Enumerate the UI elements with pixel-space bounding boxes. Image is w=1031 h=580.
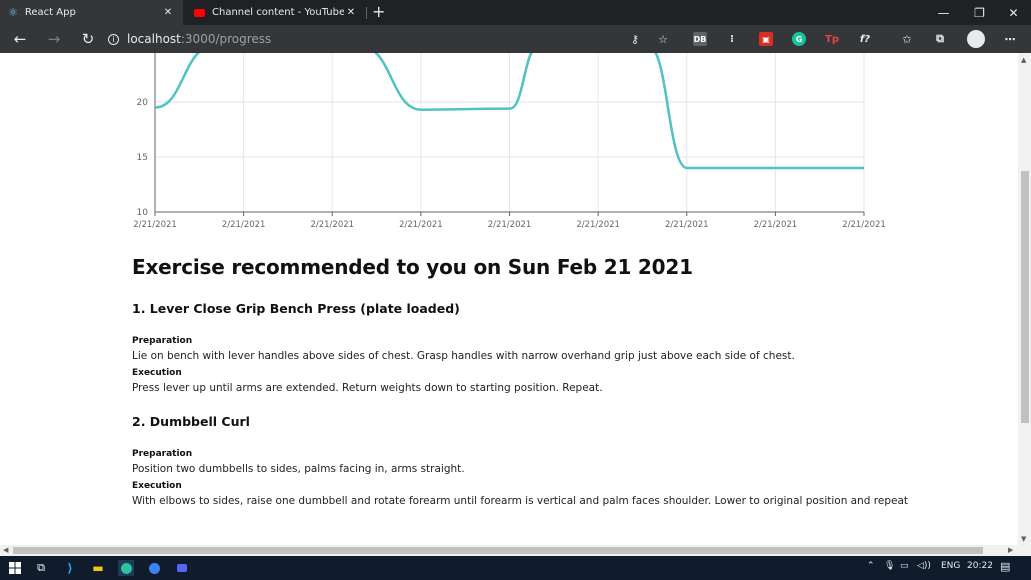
restore-icon[interactable]: ❐	[962, 0, 997, 25]
x-tick-label: 2/21/2021	[576, 220, 620, 230]
preparation-label: Preparation	[132, 449, 193, 459]
minimize-icon[interactable]: —	[926, 0, 961, 25]
execution-label: Execution	[132, 481, 182, 491]
microphone-icon[interactable]: 🎙	[884, 561, 895, 571]
tab-strip: ⚛ React App ✕ Channel content - YouTube …	[0, 0, 1031, 25]
windows-logo-icon	[9, 562, 21, 574]
x-tick-label: 2/21/2021	[133, 220, 177, 230]
x-tick-label: 2/21/2021	[842, 220, 886, 230]
tab-separator	[366, 7, 367, 19]
browser-toolbar: ← → ↻ i localhost:3000/progress ⚷ ☆ DB ⁝…	[0, 25, 1031, 53]
scroll-down-icon[interactable]: ▼	[1021, 535, 1026, 543]
extension-icon[interactable]: f?	[858, 32, 872, 46]
x-tick-label: 2/21/2021	[399, 220, 443, 230]
x-tick-label: 2/21/2021	[488, 220, 532, 230]
edge-icon[interactable]	[118, 560, 134, 576]
reload-icon[interactable]: ↻	[78, 29, 98, 49]
recommendation-section: Exercise recommended to you on Sun Feb 2…	[132, 255, 1002, 507]
extension-icon[interactable]: ⁝	[725, 32, 739, 46]
app-icon[interactable]	[174, 560, 190, 576]
vertical-scrollbar[interactable]: ▲ ▼	[1018, 53, 1031, 545]
tab-youtube-studio[interactable]: Channel content - YouTube Stud ✕	[186, 0, 366, 25]
close-tab-icon[interactable]: ✕	[344, 7, 358, 18]
clock[interactable]: 20:22	[967, 561, 993, 571]
x-tick-label: 2/21/2021	[665, 220, 709, 230]
horizontal-scroll-thumb[interactable]	[13, 547, 983, 554]
progress-line-chart: 10 15 20 2/21/2021 2/21/2021 2/21/2021 2/21/20…	[133, 53, 886, 230]
tab-react-app[interactable]: ⚛ React App ✕	[0, 0, 183, 25]
preparation-text: Lie on bench with lever handles above si…	[132, 350, 795, 362]
scroll-right-icon[interactable]: ▶	[1008, 546, 1013, 554]
exercise-title: 1. Lever Close Grip Bench Press (plate l…	[132, 301, 460, 316]
key-icon[interactable]: ⚷	[628, 32, 642, 46]
scroll-left-icon[interactable]: ◀	[3, 546, 8, 554]
url-path: :3000/progress	[180, 32, 272, 46]
battery-icon[interactable]: ▭	[900, 561, 909, 571]
collections-icon[interactable]: ⧉	[933, 32, 947, 46]
extension-icon[interactable]: Tp	[825, 32, 839, 46]
execution-text: Press lever up until arms are extended. …	[132, 382, 603, 394]
close-tab-icon[interactable]: ✕	[161, 7, 175, 18]
execution-text: With elbows to sides, raise one dumbbell…	[132, 495, 908, 507]
tab-title: Channel content - YouTube Stud	[212, 7, 344, 18]
file-explorer-icon[interactable]: ▬	[90, 560, 106, 576]
profile-avatar[interactable]	[967, 30, 985, 48]
extension-icon[interactable]: ▣	[759, 32, 773, 46]
extension-icon[interactable]: DB	[693, 32, 707, 46]
y-tick-label: 10	[137, 208, 149, 218]
favorites-icon[interactable]: ✩	[900, 32, 914, 46]
address-bar[interactable]: i localhost:3000/progress	[108, 27, 678, 51]
notifications-icon[interactable]: ▤	[1000, 560, 1010, 573]
vertical-scroll-thumb[interactable]	[1021, 171, 1029, 423]
grammarly-icon[interactable]: G	[792, 32, 806, 46]
windows-taskbar: ⧉ ⟩ ▬ ⌃ 🎙 ▭ ◁)) ENG 20:22 ▤	[0, 556, 1031, 580]
preparation-label: Preparation	[132, 336, 193, 346]
new-tab-icon[interactable]: +	[372, 2, 385, 21]
x-tick-label: 2/21/2021	[754, 220, 798, 230]
exercise-title: 2. Dumbbell Curl	[132, 414, 250, 429]
volume-icon[interactable]: ◁))	[917, 561, 931, 571]
horizontal-scrollbar[interactable]: ◀ ▶	[0, 545, 1031, 556]
favorite-star-icon[interactable]: ☆	[656, 32, 670, 46]
close-window-icon[interactable]: ✕	[996, 0, 1031, 25]
url-host: localhost	[127, 32, 181, 46]
y-tick-label: 20	[137, 98, 149, 108]
forward-icon[interactable]: →	[44, 29, 64, 49]
tray-chevron-icon[interactable]: ⌃	[867, 561, 875, 571]
execution-label: Execution	[132, 368, 182, 378]
preparation-text: Position two dumbbells to sides, palms f…	[132, 463, 465, 475]
vscode-icon[interactable]: ⟩	[62, 560, 78, 576]
recommendation-heading: Exercise recommended to you on Sun Feb 2…	[132, 255, 693, 279]
x-tick-label: 2/21/2021	[222, 220, 266, 230]
url-text: localhost:3000/progress	[127, 32, 271, 46]
more-menu-icon[interactable]: ⋯	[1003, 32, 1017, 46]
y-tick-label: 15	[137, 153, 148, 163]
youtube-icon	[194, 8, 205, 17]
task-view-icon[interactable]: ⧉	[33, 560, 49, 576]
back-icon[interactable]: ←	[10, 29, 30, 49]
x-tick-label: 2/21/2021	[310, 220, 354, 230]
windows-start-icon[interactable]	[7, 560, 23, 576]
info-icon: i	[108, 33, 119, 45]
language-indicator[interactable]: ENG	[941, 561, 960, 571]
scroll-up-icon[interactable]: ▲	[1021, 56, 1026, 64]
react-icon: ⚛	[8, 6, 18, 19]
page-viewport: 10 15 20 2/21/2021 2/21/2021 2/21/2021 2/21/20…	[0, 53, 1018, 545]
app-icon[interactable]	[146, 560, 162, 576]
tab-title: React App	[24, 7, 76, 18]
